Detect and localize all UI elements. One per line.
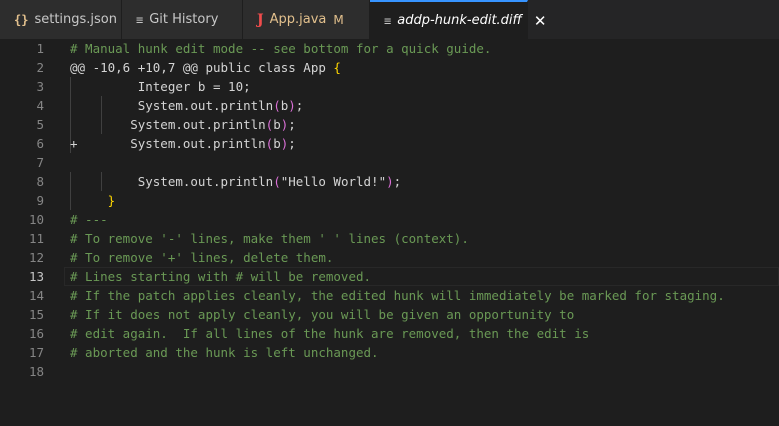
code-text: # ---	[70, 210, 108, 229]
code-text: @@ -10,6 +10,7 @@ public class App {	[70, 58, 341, 77]
code-line[interactable]: 11 # To remove '-' lines, make them ' ' l…	[0, 229, 779, 248]
code-line[interactable]: 2 @@ -10,6 +10,7 @@ public class App {	[0, 58, 779, 77]
code-token: System.out.println	[70, 98, 274, 113]
line-number: 18	[28, 364, 44, 379]
line-number: 16	[28, 326, 44, 341]
tab-git-history[interactable]: ≡ Git History	[122, 0, 243, 39]
line-number: 8	[36, 174, 44, 189]
code-text: # aborted and the hunk is left unchanged…	[70, 343, 379, 362]
line-number: 10	[28, 212, 44, 227]
code-line[interactable]: 16 # edit again. If all lines of the hunk…	[0, 324, 779, 343]
editor-tab-bar: {} settings.json ≡ Git History J App.jav…	[0, 0, 779, 39]
code-token: # If it does not apply cleanly, you will…	[70, 307, 575, 322]
code-token: # aborted and the hunk is left unchanged…	[70, 345, 379, 360]
code-text: # If the patch applies cleanly, the edit…	[70, 286, 725, 305]
code-line[interactable]: 8 System.out.println("Hello World!");	[0, 172, 779, 191]
code-line[interactable]: 12 # To remove '+' lines, delete them.	[0, 248, 779, 267]
tab-label: Git History	[149, 12, 219, 27]
tab-label: settings.json	[34, 12, 118, 27]
code-line[interactable]: 3 Integer b = 10;	[0, 77, 779, 96]
code-line[interactable]: 9 }	[0, 191, 779, 210]
code-text: }	[70, 191, 116, 210]
close-icon[interactable]: ✕	[534, 12, 547, 30]
code-token: ;	[295, 98, 304, 113]
line-number: 5	[36, 117, 44, 132]
code-token: # Lines starting with # will be removed.	[70, 269, 372, 284]
code-token: # To remove '+' lines, delete them.	[70, 250, 334, 265]
line-number: 9	[36, 193, 44, 208]
code-line[interactable]: 7	[0, 153, 779, 172]
tab-settings-json[interactable]: {} settings.json	[0, 0, 122, 39]
code-token: @@ -10,6 +10,7 @@ public class App	[70, 60, 334, 75]
code-text: + System.out.println(b);	[70, 134, 296, 153]
code-token: ;	[288, 117, 296, 132]
code-token: (	[273, 174, 281, 189]
code-token: ;	[288, 136, 296, 151]
code-line[interactable]: 15 # If it does not apply cleanly, you wi…	[0, 305, 779, 324]
line-number: 1	[36, 41, 44, 56]
code-token: # ---	[70, 212, 108, 227]
line-number: 3	[36, 79, 44, 94]
code-token: b	[273, 117, 281, 132]
line-number: 12	[28, 250, 44, 265]
code-editor[interactable]: 1 # Manual hunk edit mode -- see bottom f…	[0, 39, 779, 381]
code-text: # Lines starting with # will be removed.	[70, 267, 371, 286]
code-token: Integer b = 10;	[70, 79, 251, 94]
code-token: }	[107, 193, 116, 208]
code-token: ;	[393, 174, 402, 189]
code-line[interactable]: 18	[0, 362, 779, 381]
line-number: 15	[28, 307, 44, 322]
code-token: System.out.println	[70, 117, 266, 132]
code-token: )	[386, 174, 394, 189]
code-text: System.out.println(b);	[70, 96, 304, 115]
code-text: # To remove '+' lines, delete them.	[70, 248, 333, 267]
code-token: b	[273, 136, 281, 151]
line-number: 4	[36, 98, 44, 113]
tab-label: App.java	[269, 12, 327, 27]
code-token: # If the patch applies cleanly, the edit…	[70, 288, 725, 303]
code-token: System.out.println	[70, 174, 274, 189]
git-history-icon: ≡	[136, 12, 144, 27]
code-text: # Manual hunk edit mode -- see bottom fo…	[70, 39, 491, 58]
code-text: Integer b = 10;	[70, 77, 251, 96]
modified-badge: M	[333, 12, 344, 27]
code-token: (	[273, 98, 281, 113]
code-token: {	[333, 60, 341, 75]
line-number: 13	[28, 269, 44, 284]
tab-label: addp-hunk-edit.diff	[397, 13, 522, 28]
code-line[interactable]: 13 # Lines starting with # will be remove…	[0, 267, 779, 286]
line-number: 17	[28, 345, 44, 360]
code-line[interactable]: 14 # If the patch applies cleanly, the ed…	[0, 286, 779, 305]
diff-file-icon: ≡	[384, 13, 392, 28]
code-text: # To remove '-' lines, make them ' ' lin…	[70, 229, 469, 248]
code-line[interactable]: 4 System.out.println(b);	[0, 96, 779, 115]
code-text: System.out.println("Hello World!");	[70, 172, 401, 191]
line-number: 14	[28, 288, 44, 303]
tab-addp-hunk-edit-diff[interactable]: ≡ addp-hunk-edit.diff ✕	[370, 0, 547, 39]
line-number: 6	[36, 136, 44, 151]
line-number: 2	[36, 60, 44, 75]
code-text: # edit again. If all lines of the hunk a…	[70, 324, 589, 343]
json-icon: {}	[14, 12, 29, 27]
code-token: + System.out.println	[70, 136, 266, 151]
tab-app-java[interactable]: J App.java M	[243, 0, 370, 39]
code-token: # Manual hunk edit mode -- see bottom fo…	[70, 41, 492, 56]
code-line[interactable]: 6 + System.out.println(b);	[0, 134, 779, 153]
code-token: )	[288, 98, 296, 113]
line-number: 7	[36, 155, 44, 170]
code-text: System.out.println(b);	[70, 115, 296, 134]
code-text: # If it does not apply cleanly, you will…	[70, 305, 574, 324]
code-line[interactable]: 17 # aborted and the hunk is left unchang…	[0, 343, 779, 362]
code-token: "Hello World!"	[280, 174, 387, 189]
java-icon: J	[257, 11, 264, 28]
line-number: 11	[28, 231, 44, 246]
code-line[interactable]: 5 System.out.println(b);	[0, 115, 779, 134]
code-token: # edit again. If all lines of the hunk a…	[70, 326, 590, 341]
code-line[interactable]: 1 # Manual hunk edit mode -- see bottom f…	[0, 39, 779, 58]
code-line[interactable]: 10 # ---	[0, 210, 779, 229]
code-token: # To remove '-' lines, make them ' ' lin…	[70, 231, 469, 246]
